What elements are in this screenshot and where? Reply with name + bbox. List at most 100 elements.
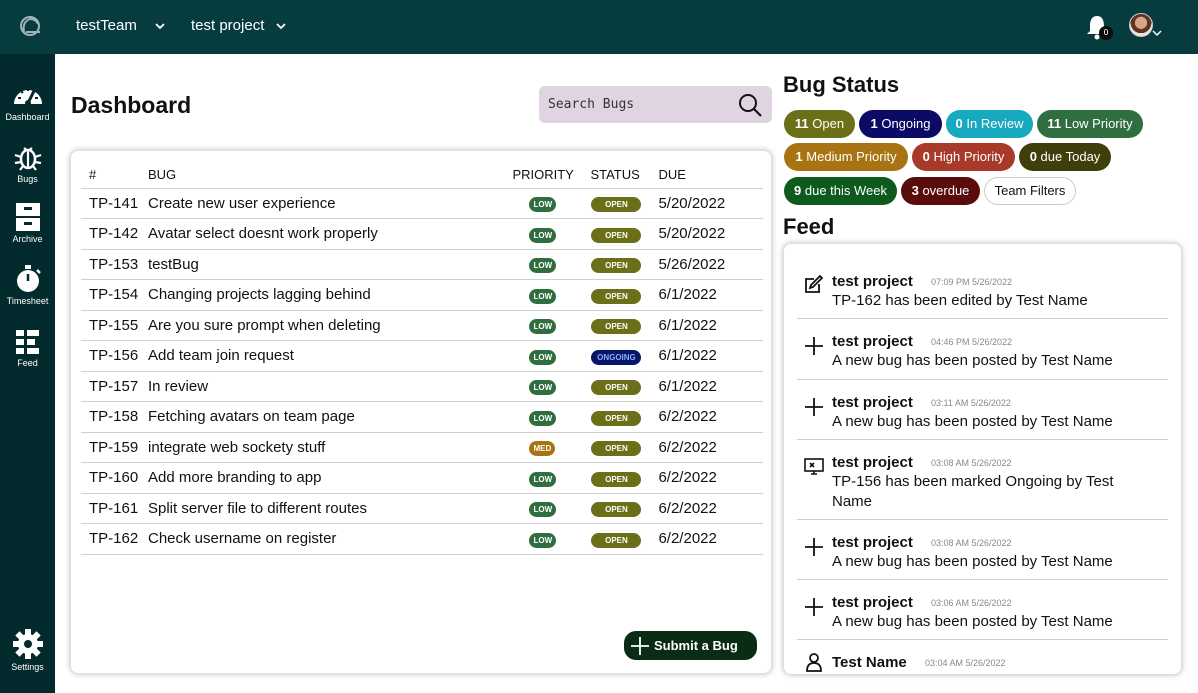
filter-chip-due-today[interactable]: 0 due Today xyxy=(1019,143,1111,171)
table-row[interactable]: TP-162 Check username on register LOW OP… xyxy=(81,523,763,555)
feed-item[interactable]: test project 03:06 AM 5/26/2022 A new bu… xyxy=(797,580,1168,640)
priority-badge: LOW xyxy=(529,410,557,426)
bug-id: TP-157 xyxy=(81,371,148,402)
person-icon xyxy=(806,653,822,672)
sidebar-item-bugs[interactable]: Bugs xyxy=(0,142,55,184)
table-row[interactable]: TP-161 Split server file to different ro… xyxy=(81,493,763,524)
gear-icon xyxy=(12,629,43,659)
table-row[interactable]: TP-159 integrate web sockety stuff MED O… xyxy=(81,432,763,463)
filter-chip-low-priority[interactable]: 11 Low Priority xyxy=(1037,110,1143,138)
filter-chip-open[interactable]: 11 Open xyxy=(784,110,855,138)
bug-title: Add team join request xyxy=(148,340,513,372)
chevron-down-icon xyxy=(276,22,287,29)
table-row[interactable]: TP-142 Avatar select doesnt work properl… xyxy=(81,218,763,250)
column-header-priority[interactable]: PRIORITY xyxy=(512,161,591,189)
feed-time: 03:11 AM 5/26/2022 xyxy=(931,398,1011,408)
sidebar-item-dashboard[interactable]: Dashboard xyxy=(0,80,55,122)
avatar[interactable] xyxy=(1129,13,1153,37)
feed-time: 07:09 PM 5/26/2022 xyxy=(931,277,1013,287)
priority-badge: LOW xyxy=(529,288,557,304)
filter-chip-medium-priority[interactable]: 1 Medium Priority xyxy=(784,143,908,171)
due-date: 6/2/2022 xyxy=(658,432,763,463)
feed-project: test project xyxy=(832,333,913,350)
feed-item[interactable]: Test Name 03:04 AM 5/26/2022 xyxy=(797,640,1168,674)
due-date: 6/2/2022 xyxy=(658,462,763,494)
team-filters-button[interactable]: Team Filters xyxy=(984,177,1076,205)
feed-message: A new bug has been posted by Test Name xyxy=(832,553,1113,570)
table-header-row: # BUG PRIORITY STATUS DUE xyxy=(81,161,763,189)
status-badge: OPEN xyxy=(591,288,642,304)
feed-item[interactable]: test project 07:09 PM 5/26/2022 TP-162 h… xyxy=(797,258,1168,319)
filter-chip-due-this-week[interactable]: 9 due this Week xyxy=(784,177,897,205)
due-date: 6/2/2022 xyxy=(658,493,763,524)
feed-list-icon xyxy=(15,330,39,354)
column-header-id[interactable]: # xyxy=(81,161,148,189)
bug-title: Create new user experience xyxy=(148,188,513,219)
due-date: 6/2/2022 xyxy=(658,523,763,555)
feed-time: 03:08 AM 5/26/2022 xyxy=(931,458,1012,468)
table-row[interactable]: TP-141 Create new user experience LOW OP… xyxy=(81,188,763,219)
sidebar-item-settings[interactable]: Settings xyxy=(0,628,55,672)
bug-id: TP-160 xyxy=(81,462,148,494)
status-badge: OPEN xyxy=(591,532,642,548)
feed-card: test project 07:09 PM 5/26/2022 TP-162 h… xyxy=(783,243,1182,675)
table-row[interactable]: TP-155 Are you sure prompt when deleting… xyxy=(81,310,763,341)
table-row[interactable]: TP-153 testBug LOW OPEN 5/26/2022 xyxy=(81,249,763,280)
plus-icon xyxy=(805,398,823,416)
filter-chip-ongoing[interactable]: 1 Ongoing xyxy=(859,110,942,138)
plus-icon xyxy=(805,538,823,556)
search-icon[interactable] xyxy=(737,92,763,118)
search-input[interactable] xyxy=(548,94,728,114)
bug-title: Split server file to different routes xyxy=(148,493,513,524)
due-date: 6/1/2022 xyxy=(658,340,763,372)
priority-badge: LOW xyxy=(529,349,557,365)
project-selector[interactable]: test project xyxy=(191,17,287,34)
feed-project: test project xyxy=(832,273,913,290)
sidebar-item-feed[interactable]: Feed xyxy=(0,326,55,368)
chevron-down-icon[interactable] xyxy=(1152,29,1162,37)
table-row[interactable]: TP-160 Add more branding to app LOW OPEN… xyxy=(81,462,763,494)
feed-time: 03:06 AM 5/26/2022 xyxy=(931,598,1012,608)
feed-message: A new bug has been posted by Test Name xyxy=(832,413,1113,430)
due-date: 5/26/2022 xyxy=(658,249,763,280)
priority-badge: LOW xyxy=(529,258,557,274)
bug-id: TP-154 xyxy=(81,279,148,311)
filter-chip-overdue[interactable]: 3 overdue xyxy=(901,177,980,205)
table-row[interactable]: TP-157 In review LOW OPEN 6/1/2022 xyxy=(81,371,763,402)
feed-item[interactable]: test project 03:11 AM 5/26/2022 A new bu… xyxy=(797,380,1168,440)
filter-chip-in-review[interactable]: 0 In Review xyxy=(946,110,1033,138)
due-date: 6/1/2022 xyxy=(658,279,763,311)
sidebar-item-archive[interactable]: Archive xyxy=(0,202,55,244)
table-row[interactable]: TP-156 Add team join request LOW ONGOING… xyxy=(81,340,763,372)
priority-badge: LOW xyxy=(529,227,557,243)
bug-id: TP-153 xyxy=(81,249,148,280)
status-badge: OPEN xyxy=(591,227,642,243)
bug-title: Check username on register xyxy=(148,523,513,555)
feed-message: TP-156 has been marked Ongoing by Test N… xyxy=(832,473,1114,510)
sidebar-item-label: Dashboard xyxy=(5,112,50,122)
team-selector[interactable]: testTeam xyxy=(76,17,165,34)
priority-badge: LOW xyxy=(529,197,557,213)
plus-icon xyxy=(631,636,649,655)
table-row[interactable]: TP-158 Fetching avatars on team page LOW… xyxy=(81,401,763,433)
column-header-due[interactable]: DUE xyxy=(658,161,763,189)
feed-item[interactable]: test project 03:08 AM 5/26/2022 A new bu… xyxy=(797,520,1168,580)
feed-project: test project xyxy=(832,594,913,611)
due-date: 6/1/2022 xyxy=(658,310,763,341)
submit-bug-button[interactable]: Submit a Bug xyxy=(624,631,757,660)
bug-id: TP-159 xyxy=(81,432,148,463)
filter-chip-high-priority[interactable]: 0 High Priority xyxy=(912,143,1015,171)
bug-id: TP-141 xyxy=(81,188,148,219)
status-badge: OPEN xyxy=(591,502,642,518)
column-header-status[interactable]: STATUS xyxy=(590,161,659,189)
column-header-bug[interactable]: BUG xyxy=(148,161,513,189)
sidebar-item-timesheet[interactable]: Timesheet xyxy=(0,264,55,306)
monitor-status-icon xyxy=(804,458,824,475)
bug-id: TP-142 xyxy=(81,218,148,250)
feed-item[interactable]: test project 04:46 PM 5/26/2022 A new bu… xyxy=(797,319,1168,380)
sidebar: Dashboard Bugs Archive Timesheet Feed Se… xyxy=(0,54,55,693)
feed-item[interactable]: test project 03:08 AM 5/26/2022 TP-156 h… xyxy=(797,440,1168,520)
logo-icon[interactable] xyxy=(14,10,46,42)
sidebar-item-label: Timesheet xyxy=(6,296,49,306)
table-row[interactable]: TP-154 Changing projects lagging behind … xyxy=(81,279,763,311)
